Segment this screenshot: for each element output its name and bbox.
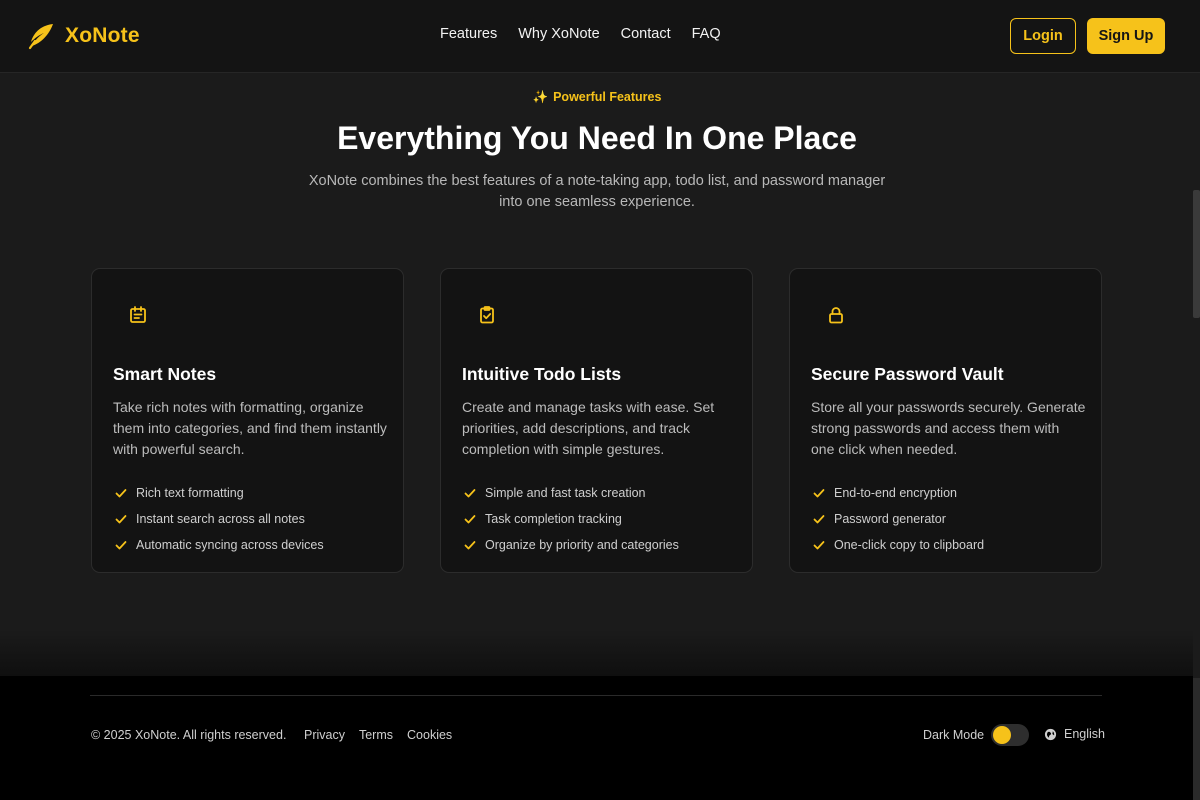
section-fade bbox=[0, 630, 1194, 676]
section-subtitle: XoNote combines the best features of a n… bbox=[308, 173, 886, 210]
check-icon bbox=[115, 541, 127, 550]
brand-name: XoNote bbox=[65, 24, 140, 47]
signup-button[interactable]: Sign Up bbox=[1087, 18, 1165, 54]
page-scrollbar[interactable] bbox=[1193, 73, 1200, 800]
feature-item-label: End-to-end encryption bbox=[834, 486, 957, 500]
feature-item: Rich text formatting bbox=[114, 480, 324, 506]
footer: © 2025 XoNote. All rights reserved. Priv… bbox=[0, 676, 1194, 800]
check-icon bbox=[813, 515, 825, 524]
page: XoNote Features Why XoNote Contact FAQ L… bbox=[0, 0, 1200, 800]
feature-item: End-to-end encryption bbox=[812, 480, 984, 506]
feature-item-label: One-click copy to clipboard bbox=[834, 538, 985, 552]
section-title: Everything You Need In One Place bbox=[337, 120, 857, 156]
section-badge-label: Powerful Features bbox=[553, 90, 662, 104]
card-description: Create and manage tasks with ease. Set p… bbox=[462, 399, 715, 457]
feature-card-password-vault: Secure Password Vault Store all your pas… bbox=[789, 268, 1102, 573]
feature-card-smart-notes: Smart Notes Take rich notes with formatt… bbox=[91, 268, 404, 573]
check-icon bbox=[115, 489, 127, 498]
card-title: Secure Password Vault bbox=[811, 364, 1004, 384]
feature-item-label: Password generator bbox=[834, 512, 946, 526]
top-nav-bar: XoNote Features Why XoNote Contact FAQ L… bbox=[0, 0, 1200, 73]
dark-mode-label: Dark Mode bbox=[923, 728, 985, 742]
notepad-icon bbox=[130, 306, 146, 323]
nav-faq[interactable]: FAQ bbox=[692, 26, 721, 42]
nav-features[interactable]: Features bbox=[440, 26, 497, 42]
clipboard-check-icon bbox=[480, 306, 494, 324]
feature-item-label: Automatic syncing across devices bbox=[136, 538, 324, 552]
feature-item: Task completion tracking bbox=[463, 506, 679, 532]
card-title: Smart Notes bbox=[113, 364, 217, 384]
check-icon bbox=[115, 515, 127, 524]
feature-item: Password generator bbox=[812, 506, 984, 532]
footer-link-cookies[interactable]: Cookies bbox=[407, 728, 452, 742]
brand-logo-link[interactable]: XoNote bbox=[26, 21, 140, 51]
feature-item: One-click copy to clipboard bbox=[812, 532, 984, 558]
footer-link-privacy[interactable]: Privacy bbox=[304, 728, 345, 742]
feather-icon bbox=[28, 24, 53, 50]
toggle-knob bbox=[993, 726, 1011, 744]
lock-icon bbox=[829, 307, 843, 324]
card-feature-list: Rich text formatting Instant search acro… bbox=[114, 480, 324, 558]
copyright-text: © 2025 XoNote. All rights reserved. bbox=[91, 728, 287, 742]
card-feature-list: Simple and fast task creation Task compl… bbox=[463, 480, 679, 558]
card-title: Intuitive Todo Lists bbox=[462, 364, 622, 384]
sparkles-icon: ✨ bbox=[532, 90, 549, 104]
feature-card-todo-lists: Intuitive Todo Lists Create and manage t… bbox=[440, 268, 753, 573]
main-nav: Features Why XoNote Contact FAQ bbox=[440, 26, 721, 42]
feature-item-label: Rich text formatting bbox=[136, 486, 244, 500]
feature-item: Organize by priority and categories bbox=[463, 532, 679, 558]
feature-item-label: Task completion tracking bbox=[485, 512, 622, 526]
login-button[interactable]: Login bbox=[1010, 18, 1076, 54]
feature-item-label: Instant search across all notes bbox=[136, 512, 305, 526]
nav-contact[interactable]: Contact bbox=[621, 26, 671, 42]
globe-icon bbox=[1044, 728, 1057, 740]
feature-item-label: Simple and fast task creation bbox=[485, 486, 646, 500]
check-icon bbox=[464, 489, 476, 498]
check-icon bbox=[464, 515, 476, 524]
footer-divider bbox=[90, 695, 1102, 696]
footer-links: Privacy Terms Cookies bbox=[304, 728, 452, 742]
footer-link-terms[interactable]: Terms bbox=[359, 728, 393, 742]
check-icon bbox=[464, 541, 476, 550]
feature-item: Instant search across all notes bbox=[114, 506, 324, 532]
card-feature-list: End-to-end encryption Password generator… bbox=[812, 480, 984, 558]
nav-why-xonote[interactable]: Why XoNote bbox=[518, 26, 599, 42]
language-selector[interactable]: English bbox=[1044, 727, 1105, 741]
feature-item-label: Organize by priority and categories bbox=[485, 538, 679, 552]
language-label: English bbox=[1064, 727, 1105, 741]
section-badge: ✨ Powerful Features bbox=[0, 90, 1194, 105]
card-description: Take rich notes with formatting, organiz… bbox=[113, 399, 387, 457]
dark-mode-toggle[interactable] bbox=[991, 724, 1029, 746]
check-icon bbox=[813, 489, 825, 498]
check-icon bbox=[813, 541, 825, 550]
feature-item: Simple and fast task creation bbox=[463, 480, 679, 506]
scrollbar-track-lower bbox=[1193, 678, 1200, 800]
card-description: Store all your passwords securely. Gener… bbox=[811, 399, 1086, 457]
feature-item: Automatic syncing across devices bbox=[114, 532, 324, 558]
scrollbar-thumb[interactable] bbox=[1193, 190, 1200, 318]
